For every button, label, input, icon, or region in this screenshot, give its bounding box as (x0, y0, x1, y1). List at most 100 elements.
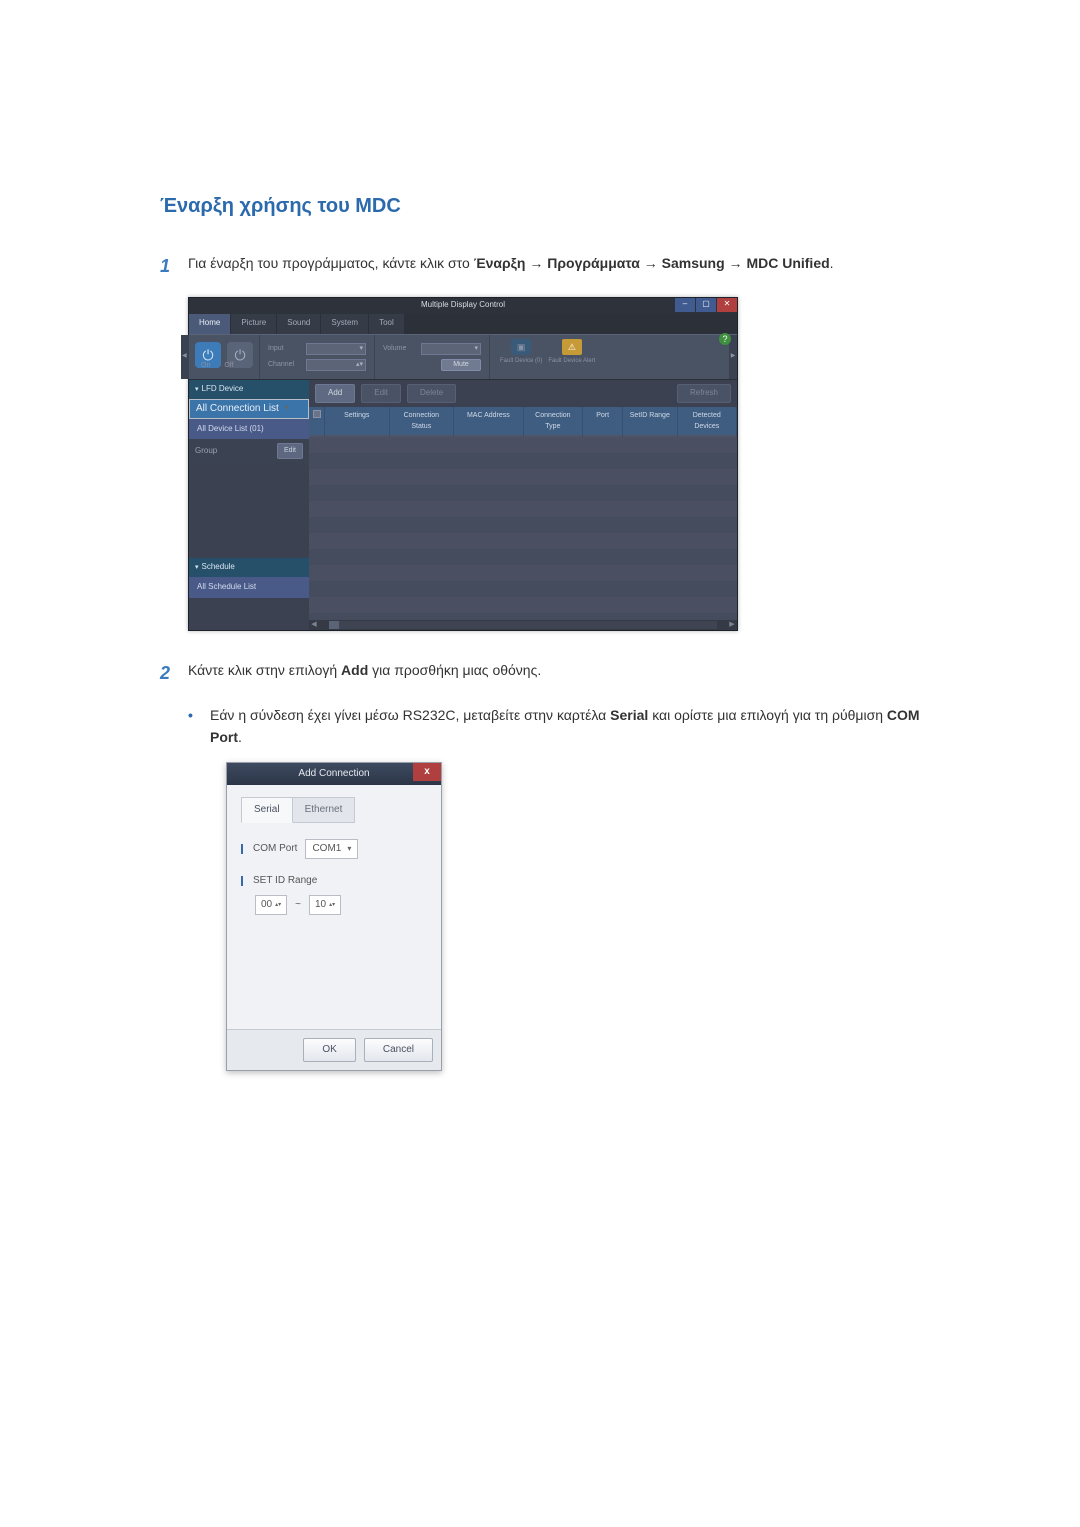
step-2-number: 2 (160, 659, 188, 688)
toolbar: ⏻ ⏻ On Off Input ▾ Channel ▴▾ Volume (189, 334, 737, 380)
scroll-right-icon[interactable]: ▶ (727, 620, 737, 630)
step1-programs: Προγράμματα (547, 255, 640, 271)
th-connection-type[interactable]: Connection Type (524, 407, 583, 435)
setid-from-stepper[interactable]: 00 (255, 895, 287, 915)
arrow-icon: → (529, 255, 547, 271)
fault-alert-label: Fault Device Alert (548, 357, 595, 367)
volume-label: Volume (383, 343, 417, 354)
window-controls: – ▢ ✕ (675, 298, 737, 312)
sidebar-group-label: Group (195, 445, 217, 458)
scroll-left-icon[interactable]: ◀ (309, 620, 319, 630)
step-2-text: Κάντε κλικ στην επιλογή Add για προσθήκη… (188, 659, 920, 688)
bullet-period: . (238, 729, 242, 745)
sidebar-all-connection[interactable]: All Connection List (189, 399, 309, 419)
cancel-button[interactable]: Cancel (364, 1038, 433, 1062)
main-tabs: Home Picture Sound System Tool (189, 314, 737, 334)
sidebar-all-device[interactable]: All Device List (01) (189, 419, 309, 440)
step1-samsung: Samsung (662, 255, 725, 271)
power-off-label: Off (224, 360, 233, 371)
th-settings[interactable]: Settings (325, 407, 390, 435)
bullet-serial: Serial (610, 707, 648, 723)
ok-button[interactable]: OK (303, 1038, 355, 1062)
input-select[interactable]: ▾ (306, 343, 366, 355)
field-marker-icon (241, 844, 243, 854)
dialog-title: Add Connection (298, 766, 369, 782)
step2-prefix: Κάντε κλικ στην επιλογή (188, 662, 341, 678)
th-detected[interactable]: Detected Devices (678, 407, 737, 435)
arrow-icon: → (729, 255, 747, 271)
setid-range-label: SET ID Range (253, 873, 317, 889)
close-icon[interactable]: ✕ (717, 298, 737, 312)
bullet-mid: και ορίστε μια επιλογή για τη ρύθμιση (652, 707, 887, 723)
channel-stepper[interactable]: ▴▾ (306, 359, 366, 371)
fault-alert-icon[interactable]: ⚠ (562, 339, 582, 355)
section-title: Έναρξη χρήσης του MDC (160, 190, 920, 222)
mute-button[interactable]: Mute (441, 359, 481, 371)
sidebar-lfd-header[interactable]: LFD Device (189, 380, 309, 399)
bullet-prefix: Εάν η σύνδεση έχει γίνει μέσω RS232C, με… (210, 707, 610, 723)
th-setid[interactable]: SetID Range (623, 407, 677, 435)
th-port[interactable]: Port (583, 407, 623, 435)
setid-to-stepper[interactable]: 10 (309, 895, 341, 915)
help-icon[interactable]: ? (719, 333, 731, 345)
channel-label: Channel (268, 359, 302, 370)
sidebar-schedule-header[interactable]: Schedule (189, 558, 309, 577)
add-button[interactable]: Add (315, 384, 355, 403)
refresh-button[interactable]: Refresh (677, 384, 731, 403)
field-marker-icon (241, 876, 243, 886)
tilde: ~ (295, 897, 301, 913)
sidebar: LFD Device All Connection List All Devic… (189, 380, 309, 630)
step1-mdc: MDC Unified (746, 255, 829, 271)
volume-select[interactable]: ▾ (421, 343, 481, 355)
bullet-text: Εάν η σύνδεση έχει γίνει μέσω RS232C, με… (210, 704, 920, 749)
dialog-close-icon[interactable]: x (413, 763, 441, 781)
step2-bullet: • Εάν η σύνδεση έχει γίνει μέσω RS232C, … (188, 704, 920, 749)
arrow-icon: → (644, 255, 662, 271)
sidebar-group-edit[interactable]: Edit (277, 443, 303, 458)
tab-sound[interactable]: Sound (277, 314, 321, 334)
tab-picture[interactable]: Picture (231, 314, 277, 334)
scroll-thumb[interactable] (329, 621, 339, 629)
minimize-icon[interactable]: – (675, 298, 695, 312)
th-checkbox[interactable] (309, 407, 325, 435)
add-connection-dialog: Add Connection x Serial Ethernet COM Por… (226, 762, 442, 1071)
device-table: Settings Connection Status MAC Address C… (309, 407, 737, 620)
table-header: Settings Connection Status MAC Address C… (309, 407, 737, 435)
tab-system[interactable]: System (321, 314, 369, 334)
tab-ethernet[interactable]: Ethernet (293, 797, 356, 823)
fault-device-label: Fault Device (0) (500, 357, 542, 367)
input-label: Input (268, 343, 302, 354)
step1-prefix: Για έναρξη του προγράμματος, κάντε κλικ … (188, 255, 474, 271)
delete-button[interactable]: Delete (407, 384, 456, 403)
table-empty-rows (309, 437, 737, 620)
dialog-footer: OK Cancel (227, 1029, 441, 1070)
step-1-text: Για έναρξη του προγράμματος, κάντε κλικ … (188, 252, 920, 281)
tab-tool[interactable]: Tool (369, 314, 405, 334)
window-title: Multiple Display Control (421, 299, 505, 312)
dialog-tabs: Serial Ethernet (241, 797, 427, 823)
setid-label-row: SET ID Range (241, 873, 427, 889)
horizontal-scrollbar[interactable]: ◀ ▶ (309, 620, 737, 630)
com-port-label: COM Port (253, 841, 297, 857)
tab-serial[interactable]: Serial (241, 797, 293, 823)
edit-button[interactable]: Edit (361, 384, 401, 403)
power-on-label: On (201, 360, 210, 371)
com-port-select[interactable]: COM1 (305, 839, 358, 859)
step2-add: Add (341, 662, 368, 678)
step1-start: Έναρξη (474, 255, 526, 271)
mdc-window-screenshot: Multiple Display Control – ▢ ✕ ? Home Pi… (188, 297, 738, 631)
fault-device-icon[interactable]: ▣ (511, 339, 531, 355)
step-1-number: 1 (160, 252, 188, 281)
step2-suffix: για προσθήκη μιας οθόνης. (372, 662, 541, 678)
com-port-row: COM Port COM1 (241, 839, 427, 859)
maximize-icon[interactable]: ▢ (696, 298, 716, 312)
tab-home[interactable]: Home (189, 314, 231, 334)
setid-range-row: 00 ~ 10 (255, 895, 427, 915)
sidebar-group-row: Group Edit (189, 439, 309, 462)
bullet-icon: • (188, 704, 210, 749)
th-connection-status[interactable]: Connection Status (390, 407, 455, 435)
step-2: 2 Κάντε κλικ στην επιλογή Add για προσθή… (160, 659, 920, 688)
step-1: 1 Για έναρξη του προγράμματος, κάντε κλι… (160, 252, 920, 281)
th-mac[interactable]: MAC Address (454, 407, 524, 435)
sidebar-all-schedule[interactable]: All Schedule List (189, 577, 309, 598)
